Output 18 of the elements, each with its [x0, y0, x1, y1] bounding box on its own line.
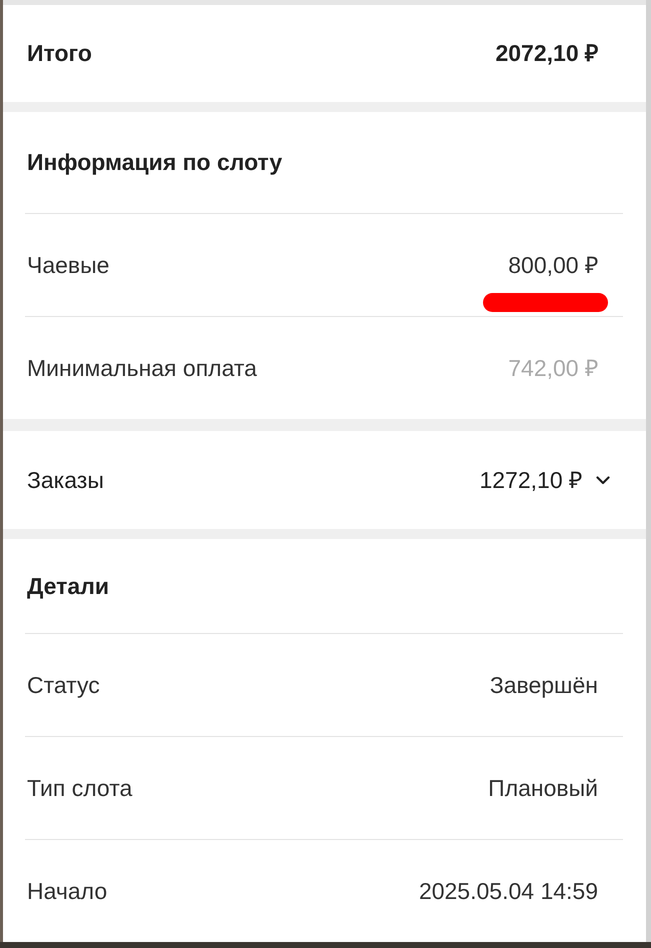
row-label: Минимальная оплата: [27, 354, 257, 383]
total-label: Итого: [27, 39, 92, 68]
orders-label: Заказы: [27, 466, 104, 495]
row-value: 2025.05.04 14:59: [418, 876, 598, 906]
row-value: 800,00 ₽: [508, 250, 598, 280]
section-title: Информация по слоту: [27, 148, 282, 178]
total-value: 2072,10 ₽: [495, 39, 598, 68]
chevron-down-icon[interactable]: [596, 476, 610, 485]
row-value: Плановый: [488, 774, 598, 803]
section-title: Детали: [27, 572, 109, 601]
row-value: 742,00 ₽: [508, 354, 598, 383]
row-label: Тип слота: [27, 774, 132, 803]
row-label: Начало: [27, 876, 108, 906]
row-label: Чаевые: [27, 250, 110, 280]
row-value: Завершён: [490, 670, 598, 700]
orders-value: 1272,10 ₽: [479, 466, 582, 495]
row-label: Статус: [27, 670, 100, 700]
orders-row[interactable]: Заказы 1272,10 ₽: [3, 430, 646, 530]
